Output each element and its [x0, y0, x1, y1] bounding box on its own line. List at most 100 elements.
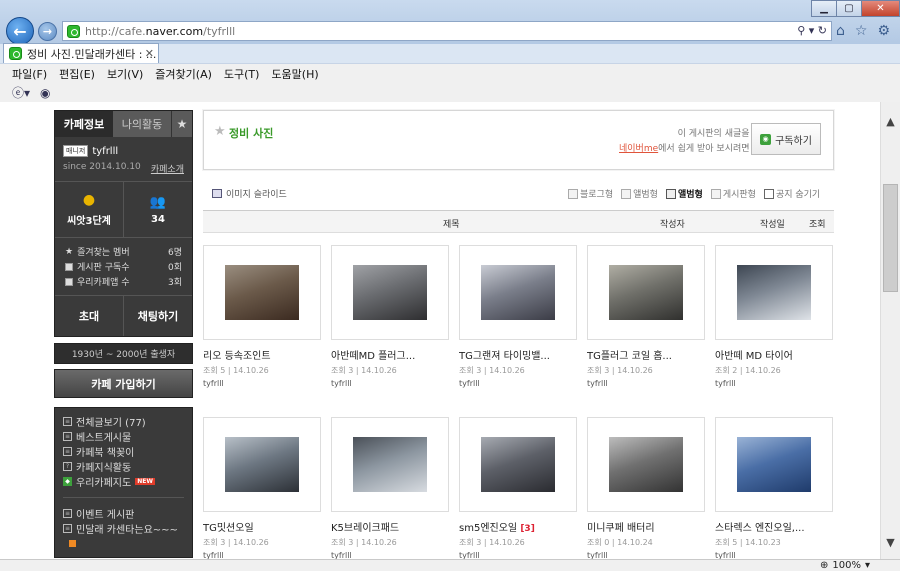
favorites-star-icon[interactable]: ☆: [855, 23, 868, 39]
address-bar[interactable]: http://cafe.naver.com/tyfrlll ⚲ ▾ ↻: [62, 21, 832, 41]
thumbnail-frame[interactable]: [459, 245, 577, 340]
post-author[interactable]: tyfrlll: [331, 379, 449, 388]
post-author[interactable]: tyfrlll: [331, 551, 449, 559]
thumbnail-photo[interactable]: [225, 265, 299, 320]
post-author[interactable]: tyfrlll: [459, 379, 577, 388]
thumbnail-photo[interactable]: [609, 265, 683, 320]
cafe-level[interactable]: ● 씨앗3단계: [55, 182, 124, 237]
menu-help[interactable]: 도움말(H): [271, 66, 318, 82]
cafe-intro-link[interactable]: 카페소개: [151, 162, 184, 175]
view-blog[interactable]: 블로그형: [568, 187, 613, 200]
cafe-id[interactable]: tyfrlll: [92, 146, 118, 157]
post-title-row[interactable]: 미니쿠페 배터리: [587, 519, 705, 534]
browser-tab[interactable]: 정비 사진.민달래카센타 : ... ✕: [3, 43, 159, 63]
subscribe-button[interactable]: ◉ 구독하기: [751, 123, 821, 155]
post-title-row[interactable]: 아반떼MD 플러그...: [331, 347, 449, 362]
thumbnail-frame[interactable]: [203, 245, 321, 340]
back-button[interactable]: ←: [6, 17, 34, 45]
post-author[interactable]: tyfrlll: [587, 379, 705, 388]
menu-cafebook[interactable]: ≡ 카페북 책꽂이: [63, 444, 184, 459]
album-card[interactable]: TG그랜져 타이밍밸... 조회 3 | 14.10.26 tyfrlll: [459, 245, 577, 388]
thumbnail-photo[interactable]: [353, 437, 427, 492]
menu-knowledge[interactable]: ? 카페지식활동: [63, 459, 184, 474]
album-card[interactable]: sm5엔진오일 [3] 조회 3 | 14.10.26 tyfrlll: [459, 417, 577, 559]
post-title-row[interactable]: TG플러그 코일 홈...: [587, 347, 705, 362]
board-star-icon[interactable]: ★: [214, 124, 226, 139]
album-card[interactable]: 미니쿠페 배터리 조회 0 | 14.10.24 tyfrlll: [587, 417, 705, 559]
menu-tools[interactable]: 도구(T): [224, 66, 260, 82]
album-card[interactable]: K5브레이크패드 조회 3 | 14.10.26 tyfrlll: [331, 417, 449, 559]
post-author[interactable]: tyfrlll: [715, 379, 833, 388]
view-card[interactable]: 앨범형: [621, 187, 658, 200]
favorite-star-icon[interactable]: ★: [171, 111, 192, 137]
scroll-thumb[interactable]: [883, 184, 898, 292]
album-card[interactable]: TG플러그 코일 홈... 조회 3 | 14.10.26 tyfrlll: [587, 245, 705, 388]
close-window-button[interactable]: ✕: [861, 0, 900, 17]
menu-event-board[interactable]: ≡ 이벤트 게시판: [63, 506, 184, 521]
post-author[interactable]: tyfrlll: [203, 551, 321, 559]
tab-cafe-info[interactable]: 카페정보: [55, 111, 113, 137]
post-author[interactable]: tyfrlll: [587, 551, 705, 559]
menu-file[interactable]: 파일(F): [12, 66, 47, 82]
scroll-down-arrow-icon[interactable]: ▼: [881, 533, 900, 551]
thumbnail-frame[interactable]: [331, 417, 449, 512]
thumbnail-frame[interactable]: [715, 417, 833, 512]
vertical-scrollbar[interactable]: ▲ ▼: [880, 102, 900, 559]
post-title-row[interactable]: 스타렉스 엔진오일,...: [715, 519, 833, 534]
album-card[interactable]: 리오 등속조인트 조회 5 | 14.10.26 tyfrlll: [203, 245, 321, 388]
chat-button[interactable]: 채팅하기: [124, 296, 192, 336]
hide-notice-checkbox[interactable]: [763, 188, 774, 199]
home-icon[interactable]: ⌂: [836, 23, 845, 39]
maximize-button[interactable]: ▢: [836, 0, 862, 17]
post-author[interactable]: tyfrlll: [459, 551, 577, 559]
thumbnail-frame[interactable]: [587, 245, 705, 340]
thumbnail-frame[interactable]: [203, 417, 321, 512]
post-title-row[interactable]: 리오 등속조인트: [203, 347, 321, 362]
thumbnail-photo[interactable]: [737, 437, 811, 492]
search-refresh-icons[interactable]: ⚲ ▾ ↻: [797, 24, 827, 37]
menu-cafe-map[interactable]: ◆ 우리카페지도 NEW: [63, 474, 184, 489]
view-board[interactable]: 게시판형: [710, 187, 756, 200]
scroll-up-arrow-icon[interactable]: ▲: [881, 112, 900, 130]
post-title-row[interactable]: TG그랜져 타이밍밸...: [459, 347, 577, 362]
hide-notice-toggle[interactable]: 공지 숨기기: [763, 187, 820, 200]
view-album[interactable]: 앨범형: [665, 187, 703, 200]
thumbnail-photo[interactable]: [737, 265, 811, 320]
post-title-row[interactable]: TG밋션오일: [203, 519, 321, 534]
ie-logo-icon[interactable]: ⓔ▾: [12, 84, 30, 101]
join-cafe-button[interactable]: 카페 가입하기: [54, 369, 193, 398]
thumbnail-photo[interactable]: [481, 265, 555, 320]
menu-view[interactable]: 보기(V): [107, 66, 143, 82]
album-card[interactable]: 스타렉스 엔진오일,... 조회 5 | 14.10.23 tyfrlll: [715, 417, 833, 559]
menu-edit[interactable]: 편집(E): [59, 66, 95, 82]
settings-gear-icon[interactable]: ⚙: [877, 23, 890, 39]
naverme-link[interactable]: 네이버me: [619, 144, 658, 154]
thumbnail-photo[interactable]: [481, 437, 555, 492]
post-title-row[interactable]: sm5엔진오일 [3]: [459, 519, 577, 534]
album-card[interactable]: 아반떼MD 플러그... 조회 3 | 14.10.26 tyfrlll: [331, 245, 449, 388]
member-count[interactable]: 👥 34: [124, 182, 192, 237]
circle-icon[interactable]: ◉: [40, 86, 50, 100]
post-author[interactable]: tyfrlll: [715, 551, 833, 559]
rss-icon[interactable]: [69, 540, 76, 547]
invite-button[interactable]: 초대: [55, 296, 124, 336]
thumbnail-photo[interactable]: [353, 265, 427, 320]
album-card[interactable]: 아반떼 MD 타이어 조회 2 | 14.10.26 tyfrlll: [715, 245, 833, 388]
post-author[interactable]: tyfrlll: [203, 379, 321, 388]
menu-about-board[interactable]: ≡ 민달래 카센타는요~~~: [63, 521, 184, 536]
tab-my-activity[interactable]: 나의활동: [113, 111, 171, 137]
post-title-row[interactable]: K5브레이크패드: [331, 519, 449, 534]
tab-close-icon[interactable]: ✕: [145, 47, 154, 60]
image-slideshow-link[interactable]: 이미지 슬라이드: [212, 187, 287, 200]
minimize-button[interactable]: ▁: [811, 0, 837, 17]
thumbnail-frame[interactable]: [459, 417, 577, 512]
thumbnail-frame[interactable]: [587, 417, 705, 512]
thumbnail-photo[interactable]: [225, 437, 299, 492]
thumbnail-frame[interactable]: [715, 245, 833, 340]
thumbnail-frame[interactable]: [331, 245, 449, 340]
menu-best-posts[interactable]: ≡ 베스트게시물: [63, 429, 184, 444]
zoom-control[interactable]: ⊕ 100% ▾: [820, 560, 870, 571]
post-title-row[interactable]: 아반떼 MD 타이어: [715, 347, 833, 362]
thumbnail-photo[interactable]: [609, 437, 683, 492]
forward-button[interactable]: →: [38, 22, 57, 41]
